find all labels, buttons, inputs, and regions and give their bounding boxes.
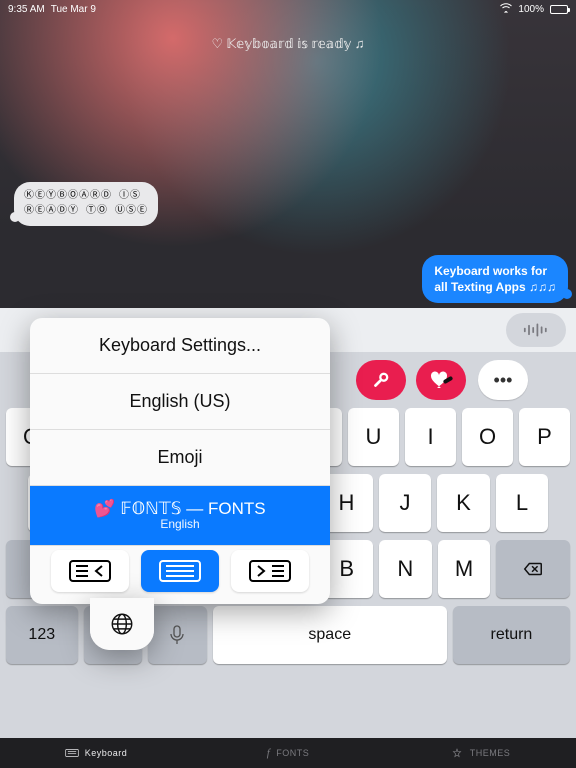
key-p[interactable]: P xyxy=(519,408,570,466)
battery-icon xyxy=(550,5,568,14)
page-title: ♡ 𝕂𝕖𝕪𝕓𝕠𝕒𝕣𝕕 𝕚𝕤 𝕣𝕖𝕒𝕕𝕪 ♫ xyxy=(0,36,576,52)
backspace-key[interactable] xyxy=(496,540,570,598)
keyboard-dock-row xyxy=(30,546,330,604)
dots-label: ••• xyxy=(494,370,513,391)
outgoing-line-2: all Texting Apps ♫♫♫ xyxy=(434,280,556,294)
dock-left-button[interactable] xyxy=(51,550,129,592)
status-date: Tue Mar 9 xyxy=(51,4,96,15)
key-o[interactable]: O xyxy=(462,408,513,466)
wifi-icon xyxy=(500,3,512,16)
voice-input-button[interactable] xyxy=(506,313,566,347)
popup-fonts-main: 💕 𝔽𝕆ℕ𝕋𝕊 — FONTS xyxy=(94,500,265,519)
themes-icon xyxy=(450,748,464,758)
tab-themes[interactable]: THEMES xyxy=(384,738,576,768)
status-bar: 9:35 AM Tue Mar 9 100% xyxy=(0,0,576,18)
key-n[interactable]: N xyxy=(379,540,432,598)
status-time: 9:35 AM xyxy=(8,4,45,15)
outgoing-line-1: Keyboard works for xyxy=(434,264,547,278)
tab-fonts[interactable]: f FONTS xyxy=(192,738,384,768)
tab-fonts-label: FONTS xyxy=(276,748,309,758)
popup-keyboard-settings[interactable]: Keyboard Settings... xyxy=(30,318,330,374)
tab-keyboard[interactable]: Keyboard xyxy=(0,738,192,768)
incoming-message-bubble: ⓀⒺⓎⒷⓄⒶⓇⒹ ⒾⓈ ⓇⒺⒶⒹⓎ ⓉⓄ ⓊⓈⒺ xyxy=(14,182,158,226)
key-j[interactable]: J xyxy=(379,474,432,532)
screen: 9:35 AM Tue Mar 9 100% ♡ 𝕂𝕖𝕪𝕓𝕠𝕒𝕣𝕕 𝕚𝕤 𝕣𝕖𝕒… xyxy=(0,0,576,768)
key-i[interactable]: I xyxy=(405,408,456,466)
space-key[interactable]: space xyxy=(213,606,447,664)
incoming-line-1: ⓀⒺⓎⒷⓄⒶⓇⒹ ⒾⓈ xyxy=(24,188,148,203)
battery-pct: 100% xyxy=(518,4,544,15)
popup-stem xyxy=(90,598,154,650)
language-picker-popup: Keyboard Settings... English (US) Emoji … xyxy=(30,318,330,604)
dock-center-button[interactable] xyxy=(141,550,219,592)
popup-emoji[interactable]: Emoji xyxy=(30,430,330,486)
bottom-tab-bar: Keyboard f FONTS THEMES xyxy=(0,738,576,768)
outgoing-message-bubble: Keyboard works for all Texting Apps ♫♫♫ xyxy=(422,255,568,303)
key-row-4: 123 space return xyxy=(0,606,576,664)
incoming-line-2: ⓇⒺⒶⒹⓎ ⓉⓄ ⓊⓈⒺ xyxy=(24,203,148,218)
tab-themes-label: THEMES xyxy=(470,748,511,758)
globe-icon xyxy=(109,611,135,637)
popup-fonts-sub: English xyxy=(160,518,199,531)
fonts-icon: f xyxy=(267,747,271,759)
key-l[interactable]: L xyxy=(496,474,549,532)
popup-english-us[interactable]: English (US) xyxy=(30,374,330,430)
key-k[interactable]: K xyxy=(437,474,490,532)
favorites-button[interactable] xyxy=(416,360,466,400)
dock-right-button[interactable] xyxy=(231,550,309,592)
key-m[interactable]: M xyxy=(438,540,491,598)
return-key[interactable]: return xyxy=(453,606,570,664)
more-options-button[interactable]: ••• xyxy=(478,360,528,400)
numbers-key[interactable]: 123 xyxy=(6,606,78,664)
dictation-key[interactable] xyxy=(148,606,207,664)
popup-fonts-keyboard[interactable]: 💕 𝔽𝕆ℕ𝕋𝕊 — FONTS English xyxy=(30,486,330,546)
tab-keyboard-label: Keyboard xyxy=(85,748,128,758)
search-fonts-button[interactable] xyxy=(356,360,406,400)
key-u[interactable]: U xyxy=(348,408,399,466)
keyboard-icon xyxy=(65,748,79,758)
